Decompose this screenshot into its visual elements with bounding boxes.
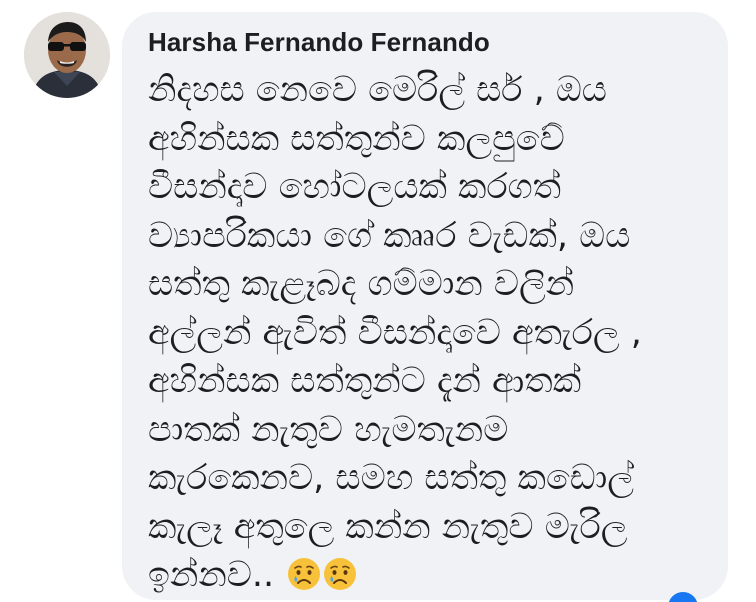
crying-face-icon bbox=[323, 557, 357, 591]
comment-line-text: ඉන්නව.. bbox=[148, 555, 275, 595]
comment-line: අල්ලන් ඇවිත් වීසන්ද්‍රුවෙ අතැරල , bbox=[148, 312, 642, 353]
avatar[interactable] bbox=[24, 12, 110, 98]
comment-screenshot: Harsha Fernando Fernando නිදහස නෙවෙ මෙරි… bbox=[0, 0, 756, 602]
comment-line: සත්තු කැළෑබද ගම්මාන වලින් bbox=[148, 264, 575, 304]
comment-line: අහින්සක සත්තුන්ට දැන් ආතක් bbox=[148, 361, 582, 401]
comment-line: පාතක් නැතුව හැමතැනම bbox=[148, 409, 509, 450]
comment-line: අහින්සක සත්තුන්ව කලපුවේ bbox=[148, 118, 565, 159]
comment-author-name[interactable]: Harsha Fernando Fernando bbox=[148, 27, 490, 58]
avatar-photo-icon bbox=[24, 12, 110, 98]
comment-last-line: ඉන්නව.. bbox=[148, 551, 708, 600]
comment-line: ව්‍යාපරිකයා ගේ කෲර වැඩක්, ඔය bbox=[148, 215, 631, 256]
comment-text: නිදහස නෙවෙ මෙරිල් සර් , ඔය අහින්සක සත්තු… bbox=[148, 66, 708, 600]
comment-line: වීසන්ද්‍රුව හෝටලයක් කරගත් bbox=[148, 167, 562, 207]
comment-line: කැරකෙනව, සමහ සත්තු කඩොල් bbox=[148, 458, 634, 498]
crying-face-icon bbox=[287, 557, 321, 591]
comment-line: නිදහස නෙවෙ මෙරිල් සර් , ඔය bbox=[148, 70, 607, 110]
comment-line: කැලෑ අතුලෙ කන්න නැතුව මැරිල bbox=[148, 506, 628, 547]
